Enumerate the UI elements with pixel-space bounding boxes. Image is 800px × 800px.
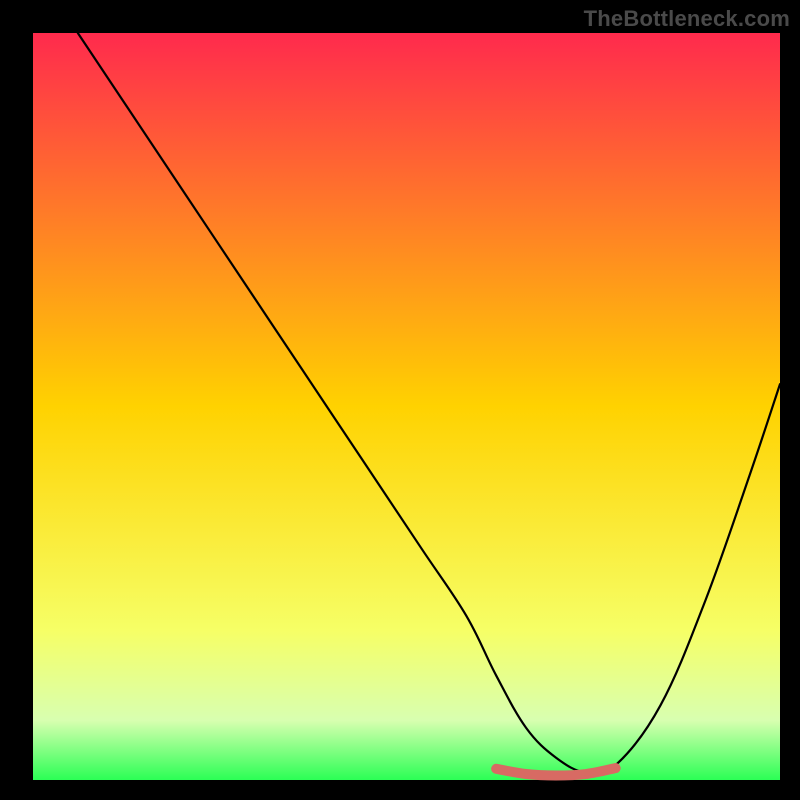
- chart-frame: TheBottleneck.com: [0, 0, 800, 800]
- plot-background: [33, 33, 780, 780]
- watermark-text: TheBottleneck.com: [584, 6, 790, 32]
- chart-canvas: [0, 0, 800, 800]
